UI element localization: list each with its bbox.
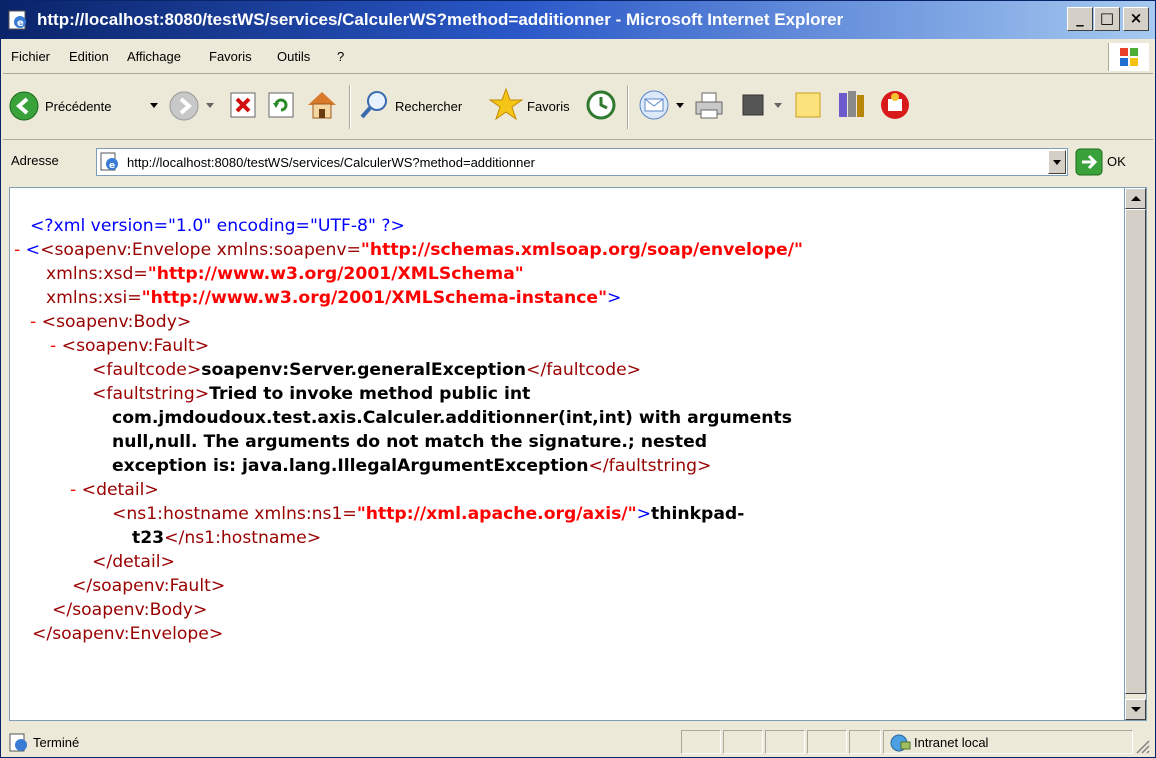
close-button[interactable]: × bbox=[1123, 7, 1149, 31]
menu-edition[interactable]: Edition bbox=[69, 49, 109, 64]
mail-icon[interactable] bbox=[637, 89, 671, 121]
edit-dropdown-icon[interactable] bbox=[773, 102, 783, 110]
address-url[interactable]: http://localhost:8080/testWS/services/Ca… bbox=[127, 155, 535, 170]
refresh-icon[interactable] bbox=[267, 91, 295, 119]
collapse-toggle[interactable]: - bbox=[14, 240, 20, 260]
toolbar-separator bbox=[349, 85, 351, 129]
edit-icon[interactable] bbox=[739, 91, 767, 119]
status-bar: Terminé Intranet local bbox=[3, 727, 1153, 757]
menu-fichier[interactable]: Fichier bbox=[11, 49, 50, 64]
stop-icon[interactable] bbox=[229, 91, 257, 119]
zone-text: Intranet local bbox=[914, 735, 989, 750]
status-pane bbox=[849, 730, 881, 754]
collapse-toggle[interactable]: - bbox=[70, 480, 76, 500]
favorites-star-icon[interactable] bbox=[489, 87, 523, 121]
standard-toolbar: Précédente Rechercher Favoris bbox=[3, 75, 1153, 140]
address-dropdown-button[interactable] bbox=[1048, 150, 1066, 174]
minimize-button[interactable]: _ bbox=[1067, 7, 1093, 31]
xml-hostname-line: <ns1:hostname xmlns:ns1="http://xml.apac… bbox=[112, 504, 745, 524]
browser-window: e http://localhost:8080/testWS/services/… bbox=[0, 0, 1156, 758]
windows-logo-icon bbox=[1108, 43, 1149, 71]
mail-dropdown-icon[interactable] bbox=[675, 102, 685, 110]
forward-arrow-icon[interactable] bbox=[169, 91, 199, 121]
history-icon[interactable] bbox=[585, 89, 617, 121]
arrow-down-icon bbox=[1131, 707, 1141, 712]
title-bar[interactable]: e http://localhost:8080/testWS/services/… bbox=[1, 1, 1155, 39]
status-pane bbox=[681, 730, 721, 754]
home-icon[interactable] bbox=[305, 89, 339, 121]
xml-attr-line: xmlns:xsd="http://www.w3.org/2001/XMLSch… bbox=[46, 264, 524, 284]
collapse-toggle[interactable]: - bbox=[30, 312, 36, 332]
vertical-scrollbar[interactable] bbox=[1125, 187, 1147, 721]
svg-text:e: e bbox=[109, 161, 115, 171]
print-icon[interactable] bbox=[693, 89, 725, 121]
address-input[interactable]: e http://localhost:8080/testWS/services/… bbox=[96, 148, 1068, 176]
go-arrow-icon[interactable] bbox=[1075, 148, 1103, 176]
xml-faultstring-line: com.jmdoudoux.test.axis.Calculer.additio… bbox=[112, 408, 792, 428]
menu-favoris[interactable]: Favoris bbox=[209, 49, 252, 64]
page-content[interactable]: <?xml version="1.0" encoding="UTF-8" ?> … bbox=[9, 187, 1125, 721]
arrow-up-icon bbox=[1131, 196, 1141, 201]
maximize-button[interactable]: □ bbox=[1094, 7, 1120, 31]
status-text: Terminé bbox=[33, 735, 80, 750]
toolbar-separator bbox=[627, 85, 629, 129]
scroll-up-button[interactable] bbox=[1125, 188, 1146, 209]
ie-page-icon: e bbox=[8, 10, 26, 30]
intranet-zone-icon bbox=[890, 734, 911, 752]
menu-bar: Fichier Edition Affichage Favoris Outils… bbox=[3, 41, 1153, 74]
status-pane bbox=[765, 730, 805, 754]
back-button-label[interactable]: Précédente bbox=[45, 99, 112, 114]
page-favicon-icon: e bbox=[100, 152, 118, 171]
xml-fault-close: </soapenv:Fault> bbox=[72, 576, 226, 596]
window-title: http://localhost:8080/testWS/services/Ca… bbox=[37, 10, 844, 29]
status-pane bbox=[807, 730, 847, 754]
xml-faultstring-line: null,null. The arguments do not match th… bbox=[112, 432, 708, 452]
back-dropdown-icon[interactable] bbox=[149, 102, 159, 110]
chevron-down-icon bbox=[1053, 160, 1061, 165]
status-pane bbox=[723, 730, 763, 754]
scroll-down-button[interactable] bbox=[1125, 699, 1146, 720]
go-button-label[interactable]: OK bbox=[1107, 154, 1126, 169]
xml-faultstring-line: exception is: java.lang.IllegalArgumentE… bbox=[112, 456, 712, 476]
xml-body-close: </soapenv:Body> bbox=[52, 600, 208, 620]
discuss-icon[interactable] bbox=[793, 89, 823, 121]
xml-fault-line: - <soapenv:Fault> bbox=[50, 336, 210, 356]
xml-body-line: - <soapenv:Body> bbox=[30, 312, 192, 332]
favorites-button-label[interactable]: Favoris bbox=[527, 99, 570, 114]
xml-envelope-close: </soapenv:Envelope> bbox=[32, 624, 224, 644]
address-label: Adresse bbox=[11, 153, 59, 168]
xml-faultstring-line: <faultstring>Tried to invoke method publ… bbox=[92, 384, 531, 404]
page-done-icon bbox=[9, 733, 27, 752]
address-bar: Adresse e http://localhost:8080/testWS/s… bbox=[3, 141, 1153, 183]
xml-attr-line: xmlns:xsi="http://www.w3.org/2001/XMLSch… bbox=[46, 288, 622, 308]
menu-outils[interactable]: Outils bbox=[277, 49, 310, 64]
svg-text:e: e bbox=[17, 18, 24, 29]
xml-faultcode-line: <faultcode>soapenv:Server.generalExcepti… bbox=[92, 360, 642, 380]
xml-hostname-line: t23</ns1:hostname> bbox=[132, 528, 322, 548]
search-button-label[interactable]: Rechercher bbox=[395, 99, 462, 114]
resize-grip-icon[interactable] bbox=[1133, 737, 1151, 755]
xml-declaration: <?xml version="1.0" encoding="UTF-8" ?> bbox=[30, 216, 405, 236]
menu-affichage[interactable]: Affichage bbox=[127, 49, 181, 64]
research-icon[interactable] bbox=[835, 87, 867, 121]
collapse-toggle[interactable]: - bbox=[50, 336, 56, 356]
back-arrow-icon[interactable] bbox=[9, 91, 39, 121]
search-icon[interactable] bbox=[359, 89, 391, 121]
forward-dropdown-icon[interactable] bbox=[205, 102, 215, 110]
messenger-icon[interactable] bbox=[879, 87, 911, 121]
xml-detail-close: </detail> bbox=[92, 552, 175, 572]
menu-help[interactable]: ? bbox=[337, 49, 344, 64]
xml-envelope-line: - <<soapenv:Envelope xmlns:soapenv="http… bbox=[14, 240, 803, 260]
xml-detail-line: - <detail> bbox=[70, 480, 159, 500]
scroll-thumb[interactable] bbox=[1125, 209, 1146, 694]
